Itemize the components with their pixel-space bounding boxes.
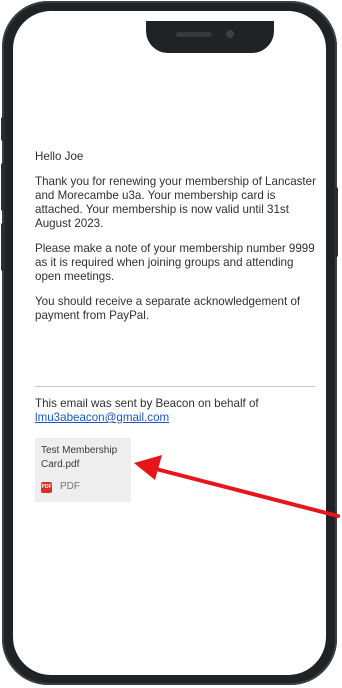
arrow-head xyxy=(134,455,162,480)
red-arrow-annotation xyxy=(134,455,340,518)
arrow-shaft xyxy=(154,467,340,518)
